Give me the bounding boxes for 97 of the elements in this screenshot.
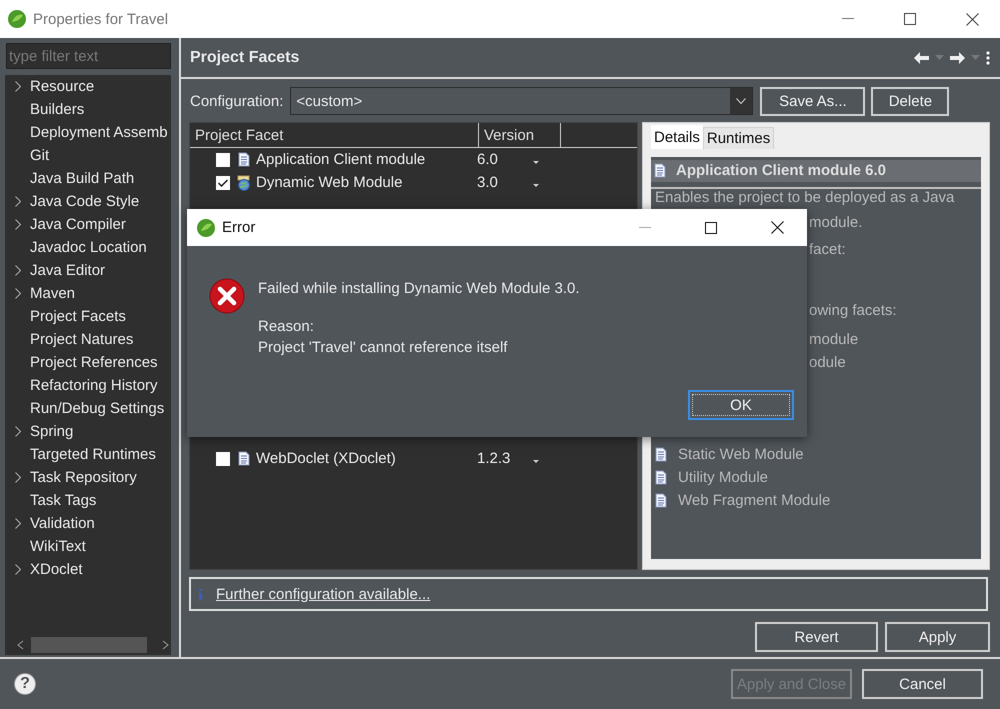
chevron-right-icon (14, 265, 20, 276)
tree-item[interactable]: Java Compiler (5, 213, 171, 236)
description-text: Enables the project to be deployed as a Java (655, 189, 954, 206)
checkbox[interactable] (216, 152, 230, 166)
tree-item[interactable]: Builders (5, 98, 171, 121)
chevron-right-icon (14, 426, 20, 437)
tree-item[interactable]: Java Editor (5, 259, 171, 282)
tree-item[interactable]: Project References (5, 351, 171, 374)
checkbox[interactable] (216, 176, 230, 190)
column-header[interactable]: Version (479, 123, 561, 147)
facet-name: Application Client module (256, 151, 426, 168)
chevron-right-icon (14, 81, 20, 92)
forward-arrow-icon[interactable] (950, 52, 965, 64)
tree-item[interactable]: Targeted Runtimes (5, 443, 171, 466)
close-icon (770, 221, 784, 234)
facet-version[interactable]: 6.0 (477, 151, 533, 168)
close-icon (966, 12, 978, 26)
document-icon (238, 451, 250, 466)
facet-name: Static Web Module (678, 446, 804, 463)
tree-item[interactable]: WikiText (5, 535, 171, 558)
minimize-icon (842, 18, 854, 20)
chevron-right-icon (14, 288, 20, 299)
info-icon (199, 588, 202, 600)
tab[interactable]: Runtimes (702, 127, 774, 149)
column-header[interactable]: Project Facet (190, 123, 479, 147)
checkbox[interactable] (216, 452, 230, 466)
tree-item[interactable]: Maven (5, 282, 171, 305)
maximize-icon (904, 13, 916, 25)
description-text: owing facets: (809, 302, 897, 319)
save-as-button[interactable]: Save As... (760, 86, 866, 116)
ok-button[interactable]: OK (688, 390, 794, 420)
maximize-icon (705, 222, 717, 234)
document-icon (238, 152, 250, 167)
minimize-icon (639, 226, 651, 228)
chevron-right-icon (14, 472, 20, 483)
tab[interactable]: Details (651, 125, 703, 149)
page-title: Project Facets (190, 48, 300, 66)
tree-item[interactable]: Git (5, 144, 171, 167)
facet-name: Utility Module (678, 469, 768, 486)
configuration-label: Configuration: (190, 92, 284, 110)
cancel-button[interactable]: Cancel (862, 669, 983, 699)
more-options-icon[interactable] (986, 50, 990, 64)
document-icon (655, 447, 667, 462)
reason-label: Reason: (258, 317, 315, 337)
dropdown-icon[interactable] (533, 184, 539, 187)
error-icon (209, 278, 245, 314)
app-logo-icon (196, 218, 216, 238)
error-message: Failed while installing Dynamic Web Module 3.0. (258, 279, 580, 299)
tree-item[interactable]: Task Repository (5, 466, 171, 489)
filter-field[interactable]: type filter text (6, 43, 171, 69)
facet-name: WebDoclet (XDoclet) (256, 450, 397, 467)
configuration-dropdown[interactable]: <custom> (290, 87, 754, 115)
description-text: module. (809, 214, 862, 231)
globe-icon (236, 174, 252, 190)
document-icon (654, 163, 666, 178)
chevron-right-icon (14, 564, 20, 575)
tree-item[interactable]: Project Facets (5, 305, 171, 328)
apply-button[interactable]: Apply (885, 622, 990, 652)
tree-item[interactable]: Javadoc Location (5, 236, 171, 259)
chevron-right-icon (14, 196, 20, 207)
description-text: facet: (809, 241, 846, 258)
tree-item[interactable]: Java Code Style (5, 190, 171, 213)
delete-button[interactable]: Delete (871, 86, 950, 116)
reason-text: Project 'Travel' cannot reference itself (258, 338, 508, 358)
help-button[interactable]: ? (14, 673, 36, 695)
tree-item[interactable]: Java Build Path (5, 167, 171, 190)
facet-version[interactable]: 3.0 (477, 174, 533, 191)
tree-item[interactable]: Resource (5, 75, 171, 98)
chevron-down-icon (736, 98, 746, 104)
details-heading: Application Client module 6.0 (676, 162, 886, 179)
document-icon (655, 470, 667, 485)
tree-item[interactable]: Project Natures (5, 328, 171, 351)
configuration-link[interactable]: Further configuration available... (216, 586, 430, 602)
dialog-title: Error (222, 219, 256, 236)
tree-item[interactable]: Spring (5, 420, 171, 443)
document-icon (655, 493, 667, 508)
tree-item[interactable]: Refactoring History (5, 374, 171, 397)
facet-name: Web Fragment Module (678, 492, 830, 509)
tree-item[interactable]: Run/Debug Settings (5, 397, 171, 420)
dropdown-icon[interactable] (533, 161, 539, 164)
facet-name: Dynamic Web Module (256, 174, 404, 191)
revert-button[interactable]: Revert (755, 622, 878, 652)
checkmark-icon (218, 178, 228, 186)
app-logo-icon (7, 9, 27, 29)
tree-item[interactable]: XDoclet (5, 558, 171, 581)
back-arrow-icon[interactable] (914, 52, 929, 64)
description-text: odule (809, 354, 846, 371)
tree-item[interactable]: Validation (5, 512, 171, 535)
tree-item[interactable]: Deployment Assemb (5, 121, 171, 144)
description-text: module (809, 331, 858, 348)
horizontal-scrollbar[interactable] (5, 635, 171, 655)
facet-version[interactable]: 1.2.3 (477, 450, 533, 467)
window-title: Properties for Travel (33, 10, 170, 28)
chevron-right-icon (14, 219, 20, 230)
dropdown-icon[interactable] (533, 460, 539, 463)
tree-item[interactable]: Task Tags (5, 489, 171, 512)
chevron-right-icon (14, 518, 20, 529)
